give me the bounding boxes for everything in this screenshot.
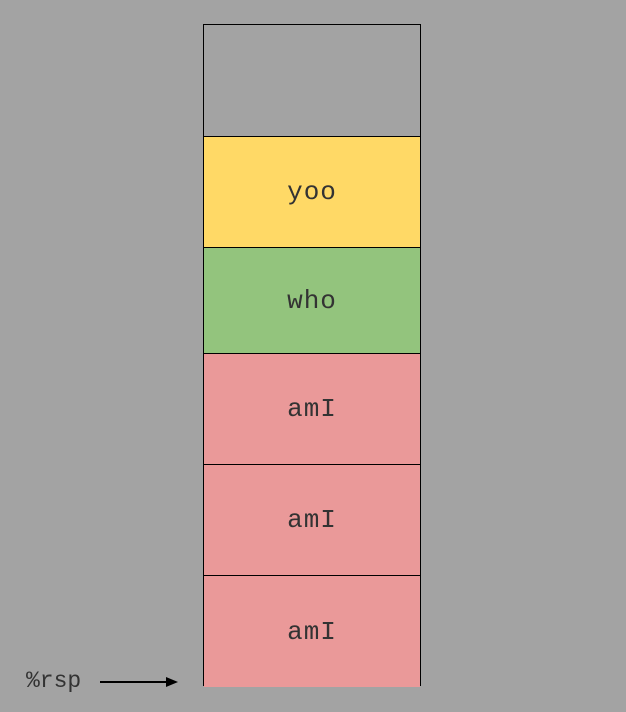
stack-slot-label: amI bbox=[287, 505, 337, 535]
arrow-right-icon bbox=[100, 677, 178, 687]
stack-slot-label: amI bbox=[287, 616, 337, 647]
stack-slot-label: who bbox=[287, 285, 337, 316]
stack-pointer-label: %rsp bbox=[26, 668, 82, 694]
stack-diagram: yoo who amI amI amI bbox=[203, 24, 421, 687]
stack-slot-ami-1: amI bbox=[204, 353, 420, 464]
stack-slot-ami-2: amI bbox=[204, 464, 420, 575]
stack-slot-who: who bbox=[204, 247, 420, 353]
stack-slot-ami-3: amI bbox=[204, 575, 420, 687]
stack-slot-label: amI bbox=[287, 394, 337, 424]
stack-slot-empty bbox=[204, 25, 420, 136]
stack-slot-label: yoo bbox=[287, 177, 337, 207]
stack-slot-yoo: yoo bbox=[204, 136, 420, 247]
